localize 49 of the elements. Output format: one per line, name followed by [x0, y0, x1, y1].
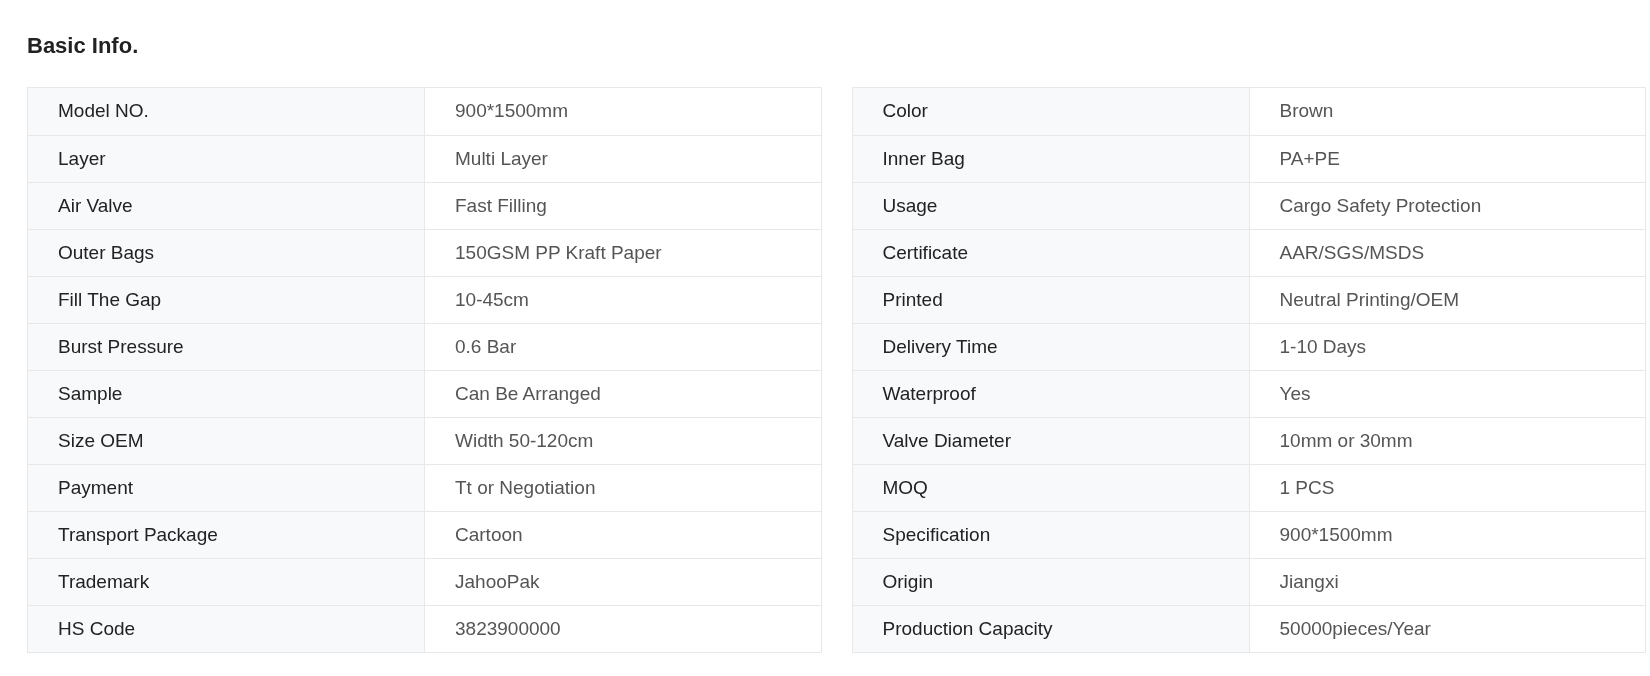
spec-label: Trademark	[28, 559, 425, 605]
spec-label: Inner Bag	[852, 136, 1250, 182]
spec-value: 3823900000	[454, 616, 562, 641]
spec-label: Sample	[28, 371, 425, 417]
spec-value: Can Be Arranged	[454, 381, 602, 406]
spec-label: Size OEM	[28, 418, 425, 464]
spec-value: Yes	[1278, 381, 1312, 406]
spec-value: Fast Filling	[454, 193, 548, 218]
spec-value: Width 50-120cm	[454, 428, 595, 453]
spec-value: 900*1500mm	[454, 99, 570, 124]
spec-label: Transport Package	[28, 512, 425, 558]
spec-value: Tt or Negotiation	[454, 475, 597, 500]
spec-label: Valve Diameter	[852, 418, 1250, 464]
spec-label: Waterproof	[852, 371, 1250, 417]
spec-label: Color	[852, 88, 1250, 135]
spec-value: 1-10 Days	[1278, 334, 1368, 359]
spec-value: 10mm or 30mm	[1278, 428, 1414, 453]
spec-value: Brown	[1278, 99, 1335, 124]
section-title: Basic Info.	[27, 32, 140, 60]
spec-value: 0.6 Bar	[454, 334, 518, 359]
spec-label: Payment	[28, 465, 425, 511]
spec-value: Cartoon	[454, 522, 524, 547]
spec-label: Burst Pressure	[28, 324, 425, 370]
spec-label: MOQ	[852, 465, 1250, 511]
spec-value: 10-45cm	[454, 287, 530, 312]
spec-label: Specification	[852, 512, 1250, 558]
spec-value: AAR/SGS/MSDS	[1278, 240, 1426, 265]
spec-value: Jiangxi	[1278, 569, 1340, 594]
spec-value: 900*1500mm	[1278, 522, 1394, 547]
spec-label: Origin	[852, 559, 1250, 605]
spec-label: Outer Bags	[28, 230, 425, 276]
spec-label: Printed	[852, 277, 1250, 323]
spec-label: HS Code	[28, 606, 425, 652]
spec-value: 1 PCS	[1278, 475, 1336, 500]
spec-label: Production Capacity	[852, 606, 1250, 652]
spec-value: 50000pieces/Year	[1278, 616, 1432, 641]
spec-value: Neutral Printing/OEM	[1278, 287, 1460, 312]
spec-label: Fill The Gap	[28, 277, 425, 323]
spec-label: Certificate	[852, 230, 1250, 276]
spec-label: Layer	[28, 136, 425, 182]
spec-value: PA+PE	[1278, 146, 1341, 171]
spec-label: Usage	[852, 183, 1250, 229]
spec-value: Multi Layer	[454, 146, 549, 171]
spec-label: Air Valve	[28, 183, 425, 229]
spec-value: Cargo Safety Protection	[1278, 193, 1483, 218]
spec-label: Model NO.	[28, 88, 425, 135]
spec-value: JahooPak	[454, 569, 541, 594]
spec-label: Delivery Time	[852, 324, 1250, 370]
spec-value: 150GSM PP Kraft Paper	[454, 240, 663, 265]
